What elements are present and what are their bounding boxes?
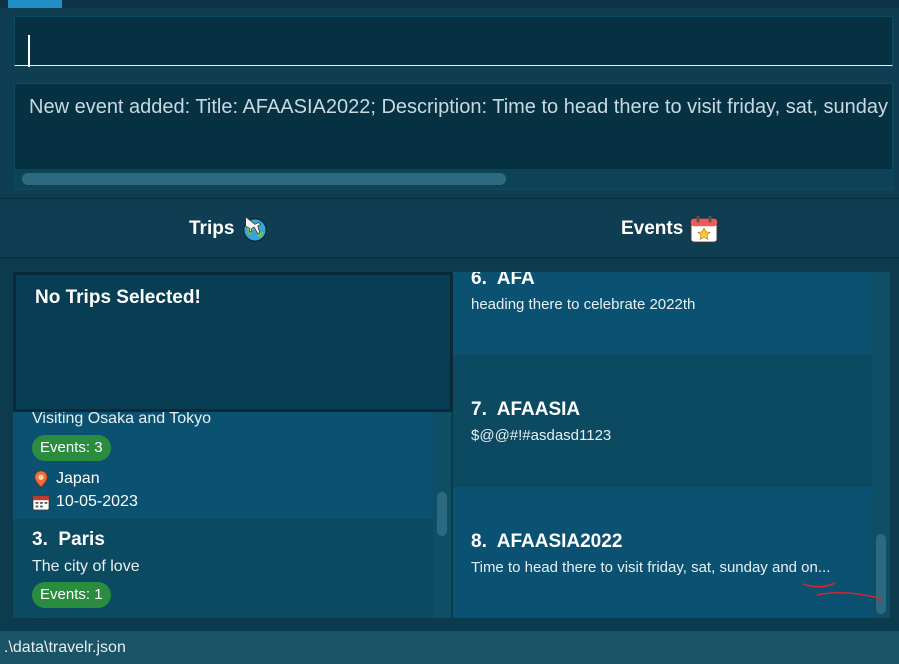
event-description: Time to head there to visit friday, sat,… <box>471 559 831 576</box>
travelr-app: New event added: Title: AFAASIA2022; Des… <box>0 0 899 664</box>
event-description: heading there to celebrate 2022th <box>471 296 696 313</box>
event-index: 8. <box>471 531 487 552</box>
trip-name: Paris <box>58 529 105 550</box>
result-message: New event added: Title: AFAASIA2022; Des… <box>29 96 893 118</box>
status-bar: .\data\travelr.json <box>0 631 899 664</box>
menu-strip <box>0 0 899 8</box>
event-name: AFAASIA2022 <box>496 531 623 552</box>
active-menu-tab[interactable] <box>8 0 62 8</box>
trip-description: The city of love <box>32 558 140 575</box>
event-index: 6. <box>471 272 487 289</box>
globe-plane-icon <box>243 216 268 242</box>
trip-title: 3. Paris <box>32 529 105 551</box>
calendar-star-icon <box>690 215 718 243</box>
tab-trips[interactable]: Trips <box>189 199 270 259</box>
event-index: 7. <box>471 399 487 420</box>
result-display: New event added: Title: AFAASIA2022; Des… <box>14 83 893 190</box>
selected-trip-panel: No Trips Selected! <box>13 272 453 412</box>
calendar-icon <box>32 495 50 511</box>
location-pin-icon <box>34 470 48 488</box>
trip-location-label: Japan <box>56 470 100 487</box>
location-pin-icon <box>38 617 42 618</box>
event-name: AFA <box>496 272 535 289</box>
tab-events[interactable]: Events <box>621 199 719 259</box>
trips-scroll-thumb[interactable] <box>437 492 447 536</box>
events-count-badge: Events: 3 <box>32 435 111 461</box>
event-card[interactable]: 7. AFAASIA $@@#!#asdasd1123 <box>453 354 872 487</box>
trip-location: Japan <box>32 470 100 488</box>
trip-index: 3. <box>32 529 48 550</box>
text-caret <box>28 35 30 67</box>
events-scrollbar[interactable] <box>872 272 890 618</box>
events-count-badge: Events: 1 <box>32 582 111 608</box>
command-box-container <box>0 9 899 73</box>
event-description: $@@#!#asdasd1123 <box>471 427 612 444</box>
horizontal-scroll-thumb[interactable] <box>22 173 506 185</box>
trip-card[interactable]: 3. Paris The city of love Events: 1 <box>13 519 433 618</box>
result-display-container: New event added: Title: AFAASIA2022; Des… <box>0 74 899 194</box>
events-list[interactable]: 6. AFA heading there to celebrate 2022th… <box>453 272 890 618</box>
event-name: AFAASIA <box>496 399 581 420</box>
event-card[interactable]: 6. AFA heading there to celebrate 2022th <box>453 272 872 354</box>
trip-date: 10-05-2023 <box>32 493 138 511</box>
horizontal-scrollbar[interactable] <box>15 169 892 189</box>
list-tabs: Trips Events <box>0 198 899 258</box>
data-file-path: .\data\travelr.json <box>4 639 126 656</box>
command-input[interactable] <box>14 16 893 66</box>
trip-description: Visiting Osaka and Tokyo <box>32 410 212 427</box>
trips-scrollbar[interactable] <box>433 402 451 618</box>
event-title: 8. AFAASIA2022 <box>471 531 622 553</box>
tab-trips-label: Trips <box>189 218 235 239</box>
tab-events-label: Events <box>621 218 684 239</box>
event-title: 6. AFA <box>471 272 535 290</box>
trip-date-label: 10-05-2023 <box>56 493 138 510</box>
event-title: 7. AFAASIA <box>471 399 580 421</box>
no-trip-message: No Trips Selected! <box>35 287 201 308</box>
red-underline-annotation <box>802 582 883 600</box>
trip-card[interactable]: Visiting Osaka and Tokyo Events: 3 Japan… <box>13 402 433 519</box>
